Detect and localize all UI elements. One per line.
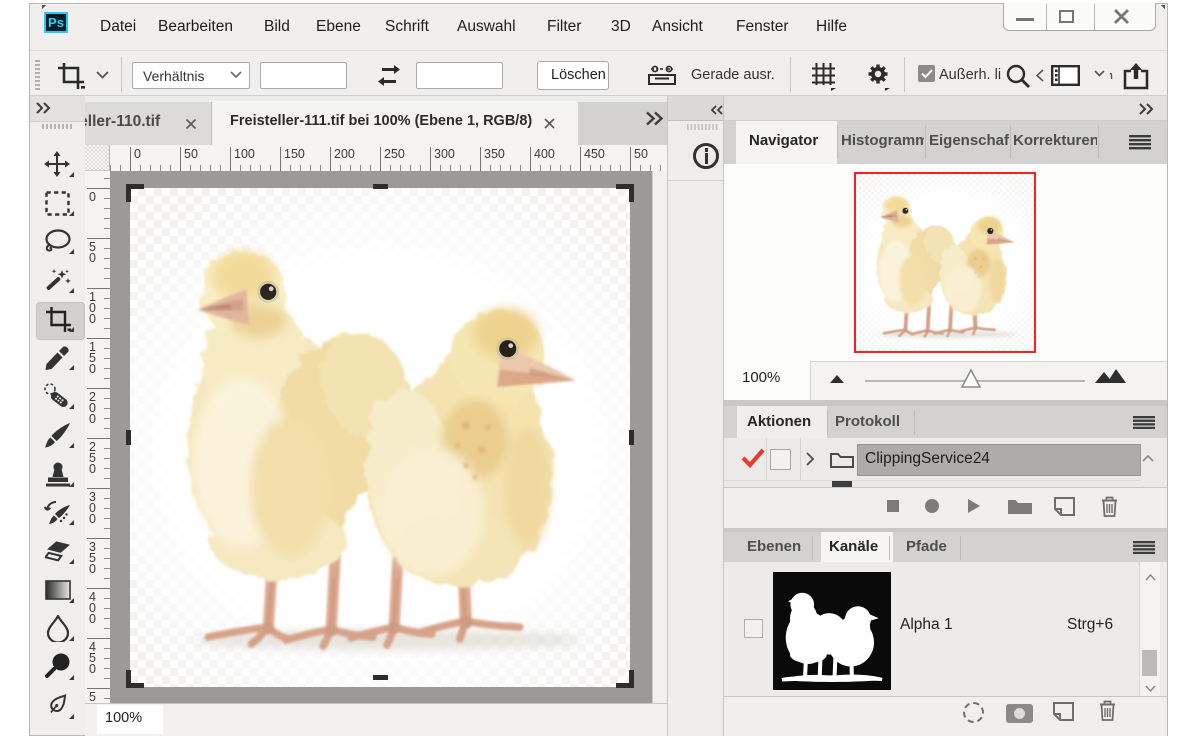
svg-text:150: 150 xyxy=(284,147,305,161)
svg-text:0: 0 xyxy=(89,612,96,626)
svg-text:5: 5 xyxy=(89,690,96,703)
svg-text:0: 0 xyxy=(134,147,141,161)
svg-text:0: 0 xyxy=(89,562,96,576)
svg-text:0: 0 xyxy=(89,662,96,676)
svg-text:0: 0 xyxy=(89,512,96,526)
svg-text:400: 400 xyxy=(534,147,555,161)
svg-text:200: 200 xyxy=(334,147,355,161)
svg-text:100: 100 xyxy=(234,147,255,161)
svg-text:250: 250 xyxy=(384,147,405,161)
svg-text:0: 0 xyxy=(89,462,96,476)
svg-text:350: 350 xyxy=(484,147,505,161)
svg-text:0: 0 xyxy=(89,362,96,376)
svg-text:450: 450 xyxy=(584,147,605,161)
svg-text:50: 50 xyxy=(634,147,648,161)
svg-text:0: 0 xyxy=(89,190,96,204)
svg-text:0: 0 xyxy=(89,251,96,265)
svg-text:50: 50 xyxy=(184,147,198,161)
svg-text:0: 0 xyxy=(89,312,96,326)
svg-text:0: 0 xyxy=(89,412,96,426)
svg-text:300: 300 xyxy=(434,147,455,161)
